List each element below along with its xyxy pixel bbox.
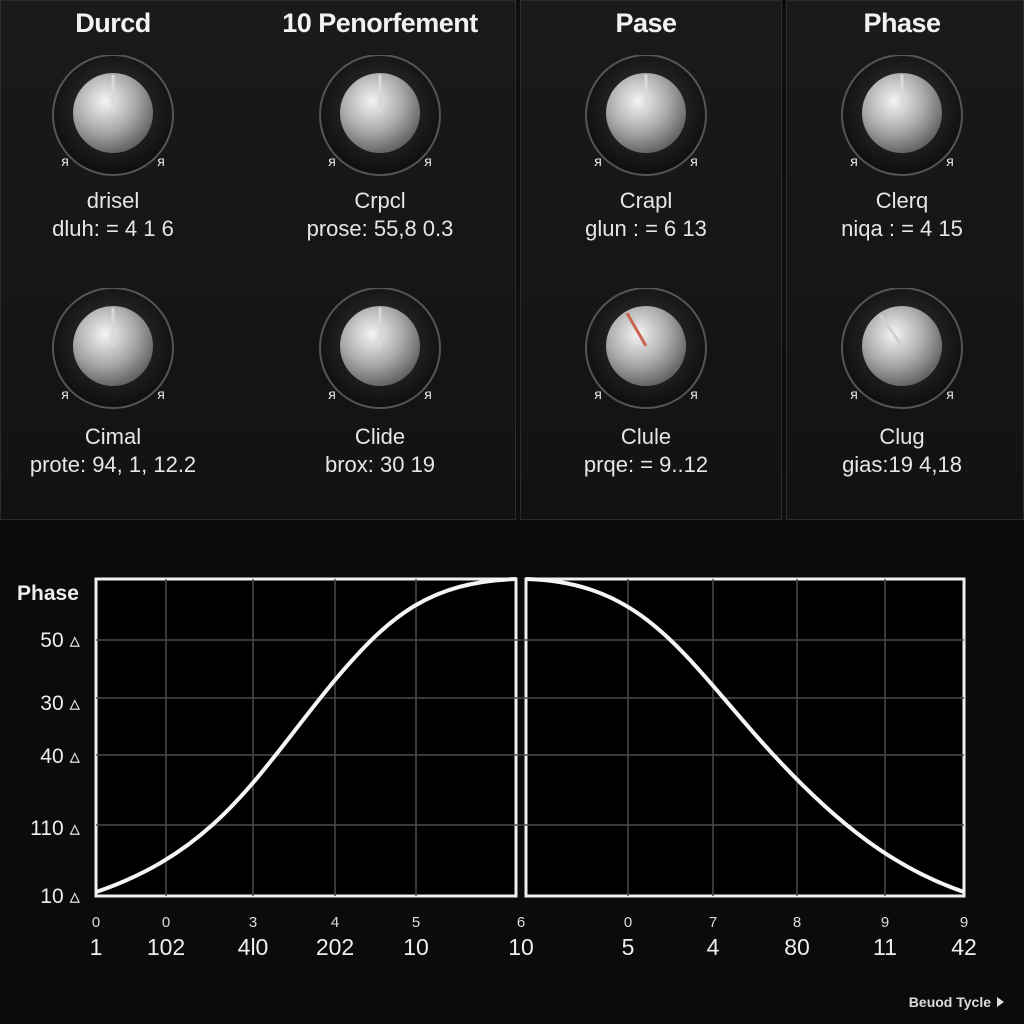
knob-max-mark: ᴙ	[690, 153, 698, 169]
knob-min-mark: ᴙ	[850, 153, 858, 169]
knob-max-mark: ᴙ	[157, 386, 165, 402]
x-tick-bottom: 10	[403, 934, 429, 960]
knob-label: Clerq	[875, 188, 929, 213]
x-tick-top: 8	[792, 914, 802, 931]
x-tick-bottom: 5	[621, 934, 635, 960]
x-tick-top: 9	[880, 914, 890, 931]
x-tick-top: 6	[516, 914, 526, 931]
x-tick-top: 7	[708, 914, 718, 931]
x-tick-top: 5	[411, 914, 421, 931]
knob-label: Crapl	[619, 188, 673, 213]
x-tick-bottom: 202	[315, 934, 355, 960]
knob-min-mark: ᴙ	[594, 386, 602, 402]
knob-label: Clide	[354, 424, 406, 449]
phase-graph-area: Phase 50 ▵ 30 ▵ 40 ▵ 110 ▵ 10 ▵ 00345607…	[0, 520, 1024, 1024]
x-tick-bottom: 102	[146, 934, 186, 960]
x-tick-top: 4	[330, 914, 340, 931]
section-title-1: Durcd	[75, 8, 151, 38]
knob-label: Clug	[879, 424, 925, 449]
x-tick-top: 0	[623, 914, 633, 931]
section-title-4: Phase	[863, 8, 941, 38]
x-tick-bottom: 4l0	[237, 934, 269, 960]
x-tick-bottom: 11	[873, 934, 897, 960]
knob-value: dluh: = 4 1 6	[52, 216, 174, 241]
knob-max-mark: ᴙ	[157, 153, 165, 169]
knob-max-mark: ᴙ	[690, 386, 698, 402]
x-tick-bottom: 42	[951, 934, 977, 960]
beuod-tycle-button[interactable]: Beuod Tycle	[909, 994, 1004, 1010]
knob-value: niqa : = 4 15	[841, 216, 963, 241]
x-tick-top: 0	[161, 914, 171, 931]
knob-min-mark: ᴙ	[61, 386, 69, 402]
graph-frame-left	[94, 577, 518, 898]
knob-value: brox: 30 19	[324, 452, 436, 477]
knob-label: drisel	[86, 188, 140, 213]
section-title-3: Pase	[615, 8, 677, 38]
x-tick-bottom: 10	[508, 934, 534, 960]
knob-min-mark: ᴙ	[850, 386, 858, 402]
knob-value: prose: 55,8 0.3	[306, 216, 454, 241]
knob-value: prote: 94, 1, 12.2	[29, 452, 197, 477]
knob-max-mark: ᴙ	[424, 153, 432, 169]
knob-max-mark: ᴙ	[424, 386, 432, 402]
x-tick-bottom: 4	[706, 934, 720, 960]
footer-label: Beuod Tycle	[908, 994, 991, 1010]
knob-max-mark: ᴙ	[946, 153, 954, 169]
knob-min-mark: ᴙ	[328, 386, 336, 402]
x-tick-bottom: 1	[89, 934, 103, 960]
knob-value: gias:19 4,18	[842, 452, 962, 477]
x-tick-top: 9	[959, 914, 969, 931]
x-tick-top: 3	[248, 914, 258, 931]
play-icon	[997, 997, 1004, 1007]
knob-max-mark: ᴙ	[946, 386, 954, 402]
knob-label: Crpcl	[354, 188, 406, 213]
knob-min-mark: ᴙ	[61, 153, 69, 169]
knob-label: Clule	[620, 424, 672, 449]
graph-frame-right	[524, 577, 966, 898]
x-tick-bottom: 80	[784, 934, 810, 960]
knob-min-mark: ᴙ	[594, 153, 602, 169]
section-title-2: 10 Penorfement	[282, 8, 478, 38]
knob-min-mark: ᴙ	[328, 153, 336, 169]
knob-value: glun : = 6 13	[585, 216, 707, 241]
knob-label: Cimal	[84, 424, 142, 449]
x-tick-top: 0	[91, 914, 101, 931]
knob-value: prqe: = 9..12	[583, 452, 709, 477]
